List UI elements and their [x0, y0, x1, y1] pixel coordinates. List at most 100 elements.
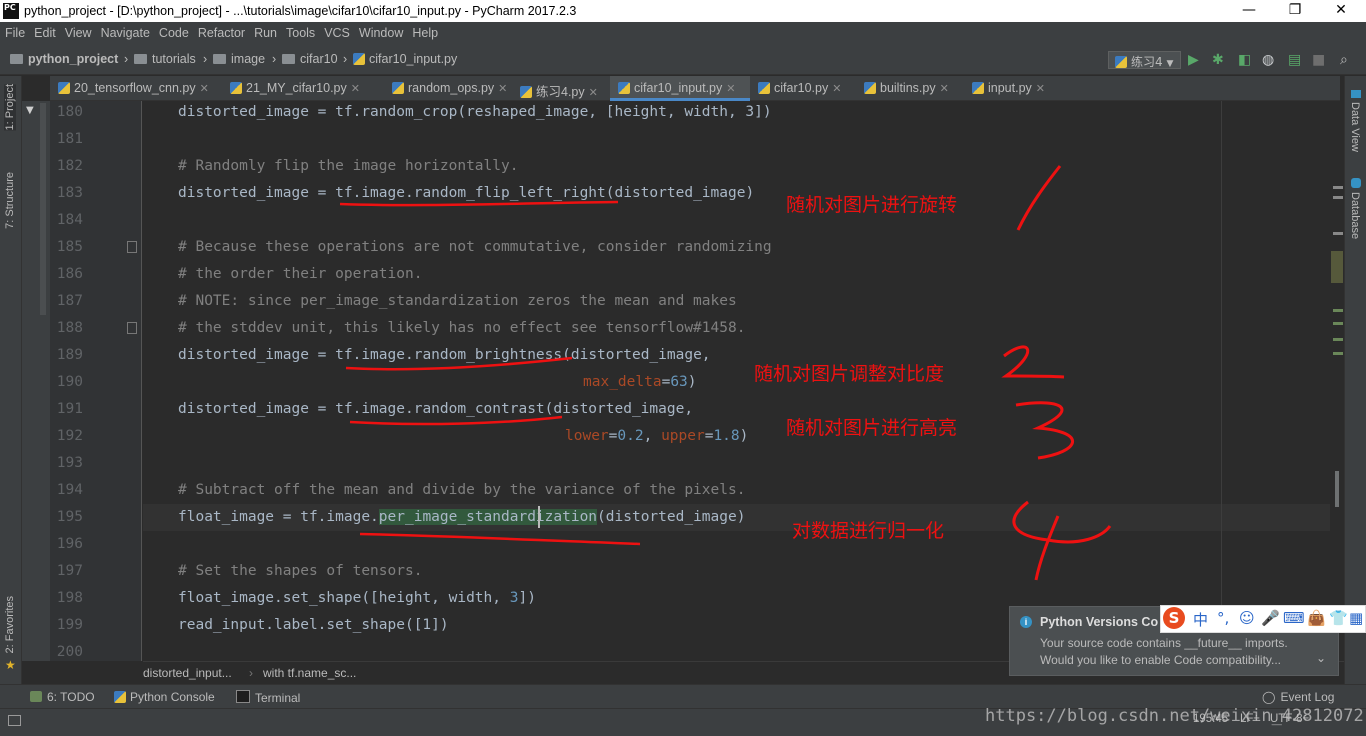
close-button[interactable]: ✕ — [1318, 2, 1364, 18]
toolbox-icon[interactable]: 👜 — [1307, 609, 1326, 627]
line-number: 185 — [56, 239, 83, 255]
tab-21-my-cifar10[interactable]: 21_MY_cifar10.py ✕ — [222, 76, 384, 101]
project-scrollbar[interactable] — [40, 103, 46, 315]
line-number: 194 — [56, 482, 83, 498]
code-editor[interactable]: distorted_image = tf.random_crop(reshape… — [143, 101, 1330, 661]
project-tool-tab[interactable]: 1: Project — [4, 84, 16, 131]
close-tab-icon[interactable]: ✕ — [589, 87, 598, 99]
error-stripe-mark[interactable] — [1333, 322, 1343, 325]
tab-input[interactable]: input.py ✕ — [964, 76, 1060, 101]
breadcrumb-tutorials[interactable]: tutorials — [134, 52, 196, 66]
left-tool-strip: 1: Project 7: Structure 2: Favorites ★ — [0, 76, 22, 684]
tool-windows-toggle-icon[interactable] — [8, 715, 21, 726]
skin-icon[interactable]: 👕 — [1329, 609, 1348, 627]
minimize-button[interactable]: — — [1226, 2, 1272, 18]
notification-text[interactable]: Would you like to enable Code compatibil… — [1040, 653, 1281, 667]
error-stripe-mark[interactable] — [1333, 186, 1343, 189]
editor-scrollbar[interactable] — [1330, 101, 1344, 661]
menu-refactor[interactable]: Refactor — [193, 22, 249, 40]
run-coverage-icon[interactable]: ◧ — [1238, 52, 1251, 68]
fold-marker-icon[interactable] — [127, 241, 137, 253]
tab-cifar10[interactable]: cifar10.py ✕ — [750, 76, 856, 101]
close-tab-icon[interactable]: ✕ — [832, 83, 841, 95]
annotation-brightness: 随机对图片调整对比度 — [754, 363, 945, 385]
breadcrumb-cifar10[interactable]: cifar10 — [282, 52, 338, 66]
run-configuration-select[interactable]: 练习4 ▼ — [1108, 51, 1181, 69]
chinese-mode-icon[interactable]: 中 — [1193, 609, 1208, 630]
notification-title: Python Versions Co — [1040, 615, 1159, 629]
emoji-icon[interactable]: ☺ — [1239, 609, 1255, 627]
terminal-tool-tab[interactable]: Terminal — [236, 690, 300, 705]
breadcrumb-block[interactable]: with tf.name_sc... — [263, 666, 356, 680]
menu-tools[interactable]: Tools — [281, 22, 319, 40]
python-file-icon — [58, 82, 70, 94]
line-number: 190 — [56, 374, 83, 390]
microphone-icon[interactable]: 🎤 — [1261, 609, 1280, 627]
close-tab-icon[interactable]: ✕ — [1036, 83, 1045, 95]
tab-20-tensorflow-cnn[interactable]: 20_tensorflow_cnn.py ✕ — [50, 76, 222, 101]
python-file-icon — [758, 82, 770, 94]
error-stripe-mark[interactable] — [1333, 338, 1343, 341]
line-number-gutter[interactable]: 180 181 182 183 184 185 186 187 188 189 … — [50, 101, 142, 661]
restore-button[interactable]: ❐ — [1272, 2, 1318, 18]
menu-edit[interactable]: Edit — [29, 22, 60, 40]
chevron-down-icon[interactable]: ⌄ — [1316, 651, 1326, 665]
ime-toolbar: S 中 °, ☺ 🎤 ⌨ 👜 👕 ▦ — [1160, 605, 1366, 633]
data-view-tool-tab[interactable]: Data View — [1349, 102, 1361, 152]
tab-builtins[interactable]: builtins.py ✕ — [856, 76, 964, 101]
tab-random-ops[interactable]: random_ops.py ✕ — [384, 76, 512, 101]
tab-lianxi4[interactable]: 练习4.py ✕ — [512, 76, 610, 101]
code-line: distorted_image = tf.image.random_bright… — [178, 347, 711, 363]
tab-cifar10-input[interactable]: cifar10_input.py ✕ — [610, 76, 750, 101]
todo-tool-tab[interactable]: 6: TODO — [30, 690, 95, 704]
favorites-tool-tab[interactable]: 2: Favorites — [4, 596, 16, 653]
error-stripe-mark[interactable] — [1333, 232, 1343, 235]
close-tab-icon[interactable]: ✕ — [498, 83, 507, 95]
close-tab-icon[interactable]: ✕ — [351, 83, 360, 95]
event-log-tool-tab[interactable]: ◯ Event Log — [1262, 690, 1334, 704]
line-number: 193 — [56, 455, 83, 471]
scrollbar-thumb[interactable] — [1331, 251, 1343, 283]
menu-window[interactable]: Window — [354, 22, 407, 40]
stop-icon[interactable]: ■ — [1312, 52, 1325, 68]
sogou-logo-icon[interactable]: S — [1163, 607, 1185, 629]
database-tool-tab[interactable]: Database — [1349, 192, 1361, 239]
concurrency-icon[interactable]: ▤ — [1288, 52, 1301, 68]
error-stripe-mark[interactable] — [1333, 196, 1343, 199]
fold-marker-icon[interactable] — [127, 322, 137, 334]
breadcrumb-function[interactable]: distorted_input... — [143, 666, 232, 680]
menu-code[interactable]: Code — [154, 22, 193, 40]
code-line: float_image = tf.image.per_image_standar… — [178, 509, 746, 525]
run-icon[interactable]: ▶ — [1188, 52, 1199, 68]
line-number: 180 — [56, 104, 83, 120]
breadcrumb-file[interactable]: cifar10_input.py — [353, 52, 457, 66]
close-tab-icon[interactable]: ✕ — [200, 83, 209, 95]
breadcrumb-image[interactable]: image — [213, 52, 265, 66]
structure-tool-tab[interactable]: 7: Structure — [4, 172, 16, 229]
menu-view[interactable]: View — [60, 22, 96, 40]
menu-run[interactable]: Run — [249, 22, 281, 40]
close-tab-icon[interactable]: ✕ — [726, 83, 735, 95]
menu-grid-icon[interactable]: ▦ — [1349, 609, 1363, 627]
breadcrumb-project[interactable]: python_project — [10, 52, 118, 66]
error-stripe-mark[interactable] — [1333, 352, 1343, 355]
debug-icon[interactable]: ✱ — [1212, 52, 1224, 68]
breadcrumb-separator: › — [124, 52, 129, 66]
menu-file[interactable]: File — [0, 22, 29, 40]
keyboard-icon[interactable]: ⌨ — [1283, 609, 1305, 627]
punctuation-icon[interactable]: °, — [1217, 609, 1229, 627]
menu-navigate[interactable]: Navigate — [96, 22, 154, 40]
search-everywhere-icon[interactable]: ⌕ — [1340, 52, 1348, 68]
python-console-tool-tab[interactable]: Python Console — [114, 690, 215, 704]
menu-vcs[interactable]: VCS — [319, 22, 354, 40]
close-tab-icon[interactable]: ✕ — [940, 83, 949, 95]
profile-icon[interactable]: ◍ — [1262, 52, 1274, 68]
tree-arrow-icon[interactable]: ▼ — [26, 105, 34, 116]
menu-help[interactable]: Help — [407, 22, 442, 40]
error-stripe-mark[interactable] — [1333, 309, 1343, 312]
python-file-icon — [972, 82, 984, 94]
folder-icon — [213, 54, 226, 64]
right-tool-strip: Data View Database — [1344, 76, 1366, 684]
code-line: # Subtract off the mean and divide by th… — [178, 482, 746, 498]
scroll-position-marker — [1335, 471, 1339, 507]
